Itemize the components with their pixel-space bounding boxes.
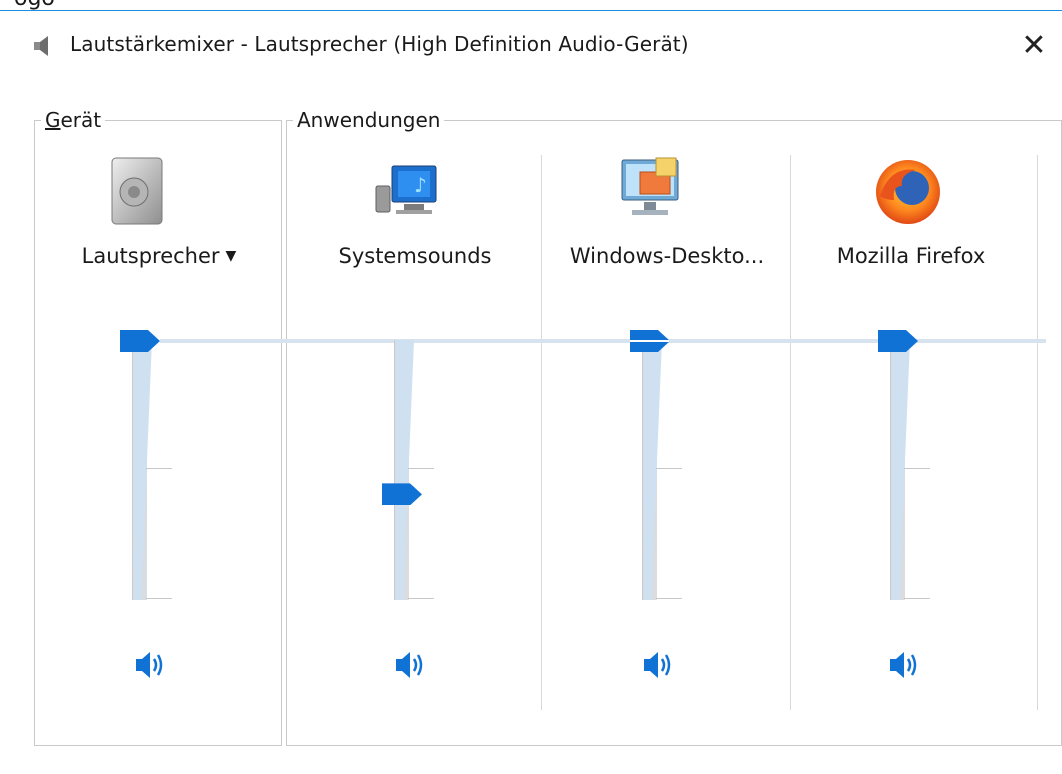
slider-tick	[146, 598, 172, 599]
app-column-systemsounds: ♪ Systemsounds	[290, 0, 540, 774]
volume-icon[interactable]	[640, 648, 676, 682]
slider-tick	[408, 468, 434, 469]
app-column-firefox: Mozilla Firefox	[786, 0, 1036, 774]
slider-tick	[904, 598, 930, 599]
slider-thumb[interactable]	[382, 483, 422, 506]
app-volume-slider[interactable]	[382, 326, 462, 606]
column-divider	[1037, 155, 1038, 710]
firefox-icon	[876, 160, 940, 224]
slider-thumb[interactable]	[630, 330, 670, 352]
slider-tick	[656, 468, 682, 469]
app-label: Mozilla Firefox	[836, 244, 986, 268]
app-volume-slider[interactable]	[630, 326, 710, 606]
slider-thumb[interactable]	[120, 330, 160, 352]
app-volume-slider[interactable]	[878, 326, 958, 606]
speaker-device-icon	[111, 157, 163, 225]
slider-tick	[656, 598, 682, 599]
slider-tick	[408, 598, 434, 599]
chevron-down-icon: ▼	[225, 248, 237, 264]
device-name: Lautsprecher	[81, 244, 220, 268]
svg-text:♪: ♪	[414, 173, 427, 197]
volume-icon[interactable]	[886, 648, 922, 682]
device-selector[interactable]: Lautsprecher ▼	[34, 244, 284, 268]
volume-icon[interactable]	[132, 648, 168, 682]
app-label: Systemsounds	[338, 244, 492, 268]
device-column: Lautsprecher ▼	[34, 0, 284, 774]
slider-tick	[904, 468, 930, 469]
app-label: Windows-Deskto...	[569, 244, 765, 268]
slider-thumb[interactable]	[878, 330, 918, 352]
device-volume-slider[interactable]	[120, 326, 200, 606]
system-sounds-icon: ♪	[375, 165, 437, 214]
app-column-windows-desktop: Windows-Deskto...	[542, 0, 792, 774]
windows-desktop-icon	[621, 157, 679, 215]
volume-icon[interactable]	[392, 648, 428, 682]
slider-tick	[146, 468, 172, 469]
